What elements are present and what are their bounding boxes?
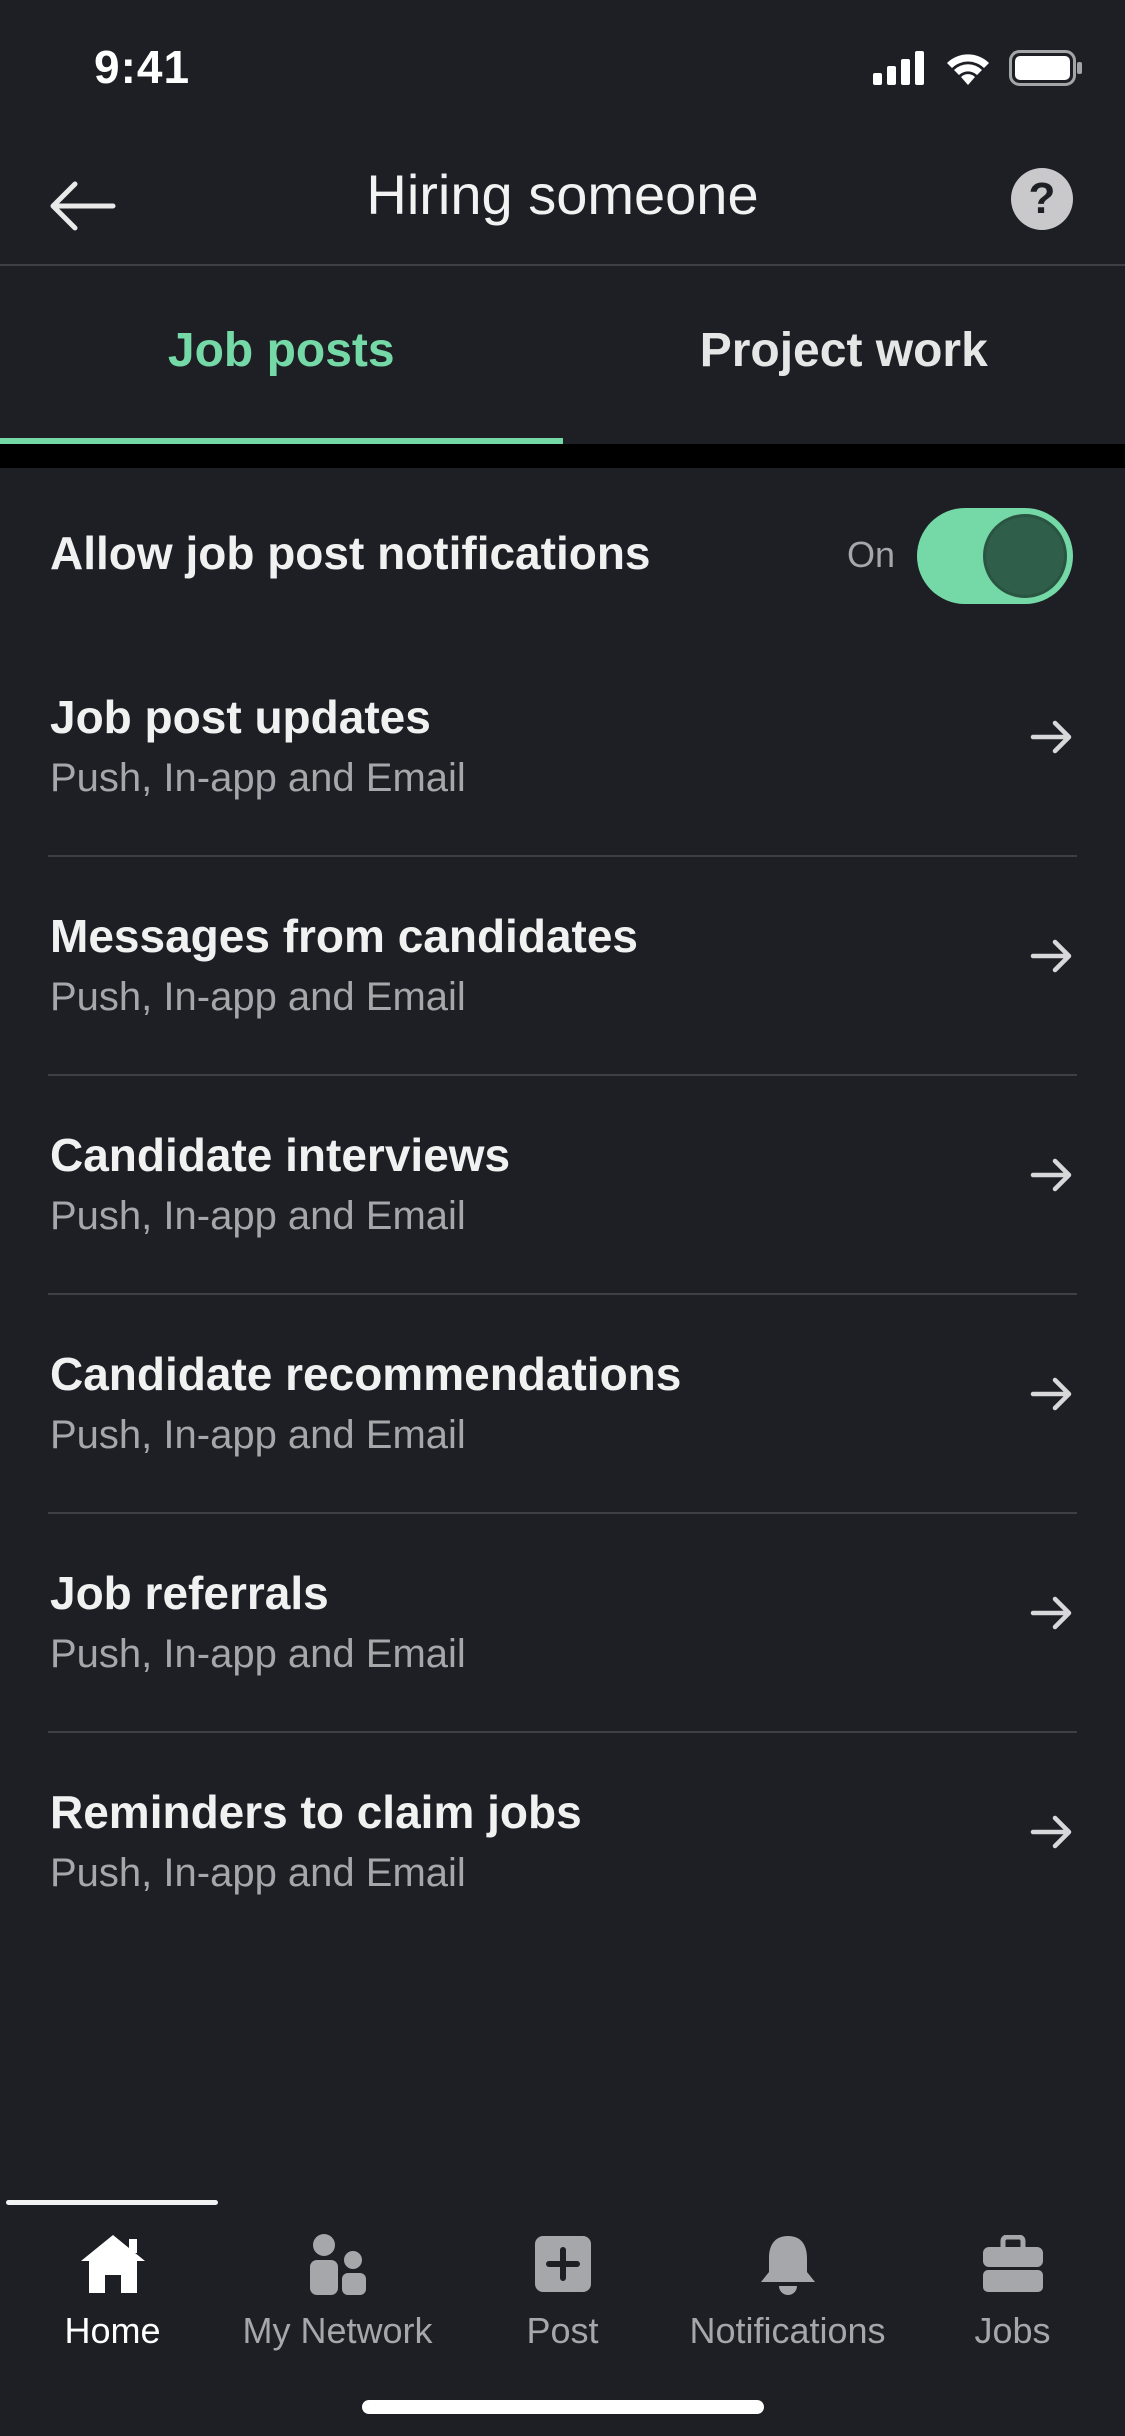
item-subtitle: Push, In-app and Email [50, 1413, 466, 1457]
bell-icon [752, 2228, 824, 2300]
help-button[interactable]: ? [1011, 168, 1073, 230]
nav-label: Notifications [689, 2310, 886, 2351]
briefcase-icon [977, 2228, 1049, 2300]
tab-job-posts[interactable]: Job posts [0, 268, 563, 444]
header: Hiring someone ? [0, 140, 1125, 266]
nav-items: Home My Network Post Notifications Jobs [0, 2216, 1125, 2352]
notification-settings-list: Job post updates Push, In-app and Email … [0, 638, 1125, 1952]
list-item-candidate-interviews[interactable]: Candidate interviews Push, In-app and Em… [48, 1076, 1077, 1295]
list-item-job-post-updates[interactable]: Job post updates Push, In-app and Email [48, 638, 1077, 857]
list-item-reminders-to-claim-jobs[interactable]: Reminders to claim jobs Push, In-app and… [48, 1733, 1077, 1952]
people-icon [302, 2228, 374, 2300]
allow-notifications-row: Allow job post notifications On [0, 468, 1125, 638]
page-title: Hiring someone [366, 163, 759, 226]
plus-square-icon [527, 2228, 599, 2300]
tab-project-work[interactable]: Project work [563, 268, 1125, 444]
wifi-icon [947, 54, 989, 85]
nav-label: Post [526, 2310, 599, 2351]
item-title: Job referrals [50, 1567, 329, 1619]
nav-home[interactable]: Home [0, 2216, 225, 2352]
arrow-right-icon [1030, 1815, 1072, 1849]
nav-jobs[interactable]: Jobs [900, 2216, 1125, 2352]
tab-bar: Job posts Project work [0, 268, 1125, 444]
item-subtitle: Push, In-app and Email [50, 756, 466, 800]
nav-label: My Network [242, 2310, 433, 2351]
status-bar: 9:41 [0, 0, 1125, 140]
active-nav-indicator [6, 2200, 218, 2205]
list-item-messages-from-candidates[interactable]: Messages from candidates Push, In-app an… [48, 857, 1077, 1076]
item-title: Job post updates [50, 691, 431, 743]
status-icons [873, 50, 1083, 86]
nav-post[interactable]: Post [450, 2216, 675, 2352]
home-indicator[interactable] [362, 2400, 764, 2414]
item-title: Messages from candidates [50, 910, 639, 962]
arrow-right-icon [1030, 939, 1072, 973]
home-icon [77, 2228, 149, 2300]
item-subtitle: Push, In-app and Email [50, 1851, 466, 1895]
item-subtitle: Push, In-app and Email [50, 1194, 466, 1238]
item-subtitle: Push, In-app and Email [50, 1632, 466, 1676]
arrow-right-icon [1030, 1377, 1072, 1411]
list-item-candidate-recommendations[interactable]: Candidate recommendations Push, In-app a… [48, 1295, 1077, 1514]
toggle-state-text: On [846, 534, 895, 575]
battery-icon [1009, 50, 1082, 86]
nav-label: Jobs [974, 2310, 1051, 2351]
toggle-knob [983, 514, 1067, 598]
nav-label: Home [64, 2310, 161, 2351]
item-title: Reminders to claim jobs [50, 1786, 582, 1838]
nav-notifications[interactable]: Notifications [675, 2216, 900, 2352]
list-item-job-referrals[interactable]: Job referrals Push, In-app and Email [48, 1514, 1077, 1733]
allow-notifications-toggle[interactable] [917, 508, 1073, 604]
toggle-label: Allow job post notifications [50, 527, 651, 579]
tabs-divider [0, 444, 1125, 468]
arrow-right-icon [1030, 720, 1072, 754]
status-time: 9:41 [94, 41, 191, 93]
item-subtitle: Push, In-app and Email [50, 975, 466, 1019]
cellular-signal-icon [873, 51, 924, 85]
item-title: Candidate interviews [50, 1129, 511, 1181]
item-title: Candidate recommendations [50, 1348, 682, 1400]
help-icon: ? [1028, 174, 1056, 223]
screen: 9:41 Hiring someone ? Job posts Project … [0, 0, 1125, 2436]
nav-my-network[interactable]: My Network [225, 2216, 450, 2352]
arrow-right-icon [1030, 1158, 1072, 1192]
arrow-right-icon [1030, 1596, 1072, 1630]
